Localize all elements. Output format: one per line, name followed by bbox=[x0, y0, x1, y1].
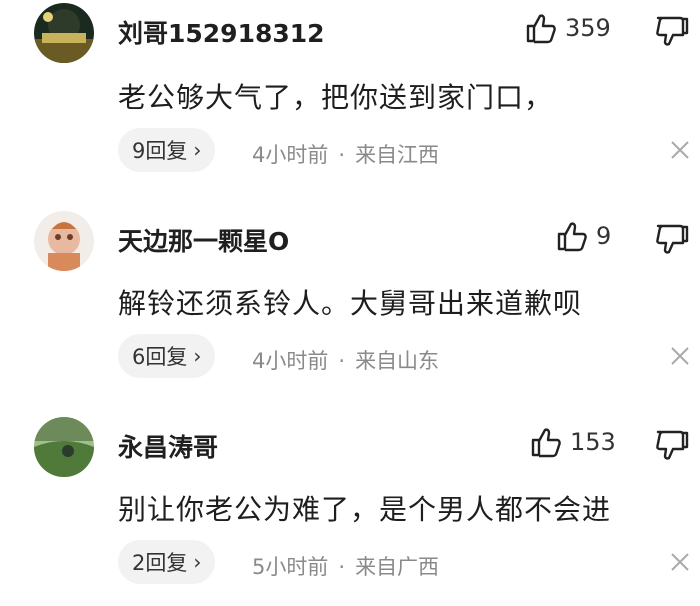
timestamp: 4小时前 bbox=[252, 349, 329, 373]
comment-text: 老公够大气了，把你送到家门口， bbox=[118, 81, 554, 114]
comment-meta: 5小时前 · 来自广西 bbox=[252, 551, 439, 581]
replies-button[interactable]: 9回复 › bbox=[118, 128, 216, 172]
separator: · bbox=[338, 349, 346, 373]
thumbs-up-icon bbox=[557, 222, 587, 252]
thumbs-up-icon bbox=[531, 428, 561, 458]
thumbs-up-icon bbox=[526, 14, 556, 44]
close-icon[interactable] bbox=[669, 345, 691, 367]
username[interactable]: 永昌涛哥 bbox=[118, 428, 218, 464]
like-count: 359 bbox=[565, 14, 611, 42]
avatar-image bbox=[34, 211, 94, 271]
like-count: 9 bbox=[596, 222, 612, 250]
separator: · bbox=[338, 143, 346, 167]
avatar[interactable] bbox=[34, 211, 94, 271]
separator: · bbox=[338, 555, 346, 579]
comment-meta: 4小时前 · 来自江西 bbox=[252, 139, 439, 169]
username[interactable]: 刘哥152918312 bbox=[118, 14, 325, 50]
location: 来自江西 bbox=[355, 143, 440, 167]
thumbs-down-icon[interactable] bbox=[654, 221, 690, 257]
close-icon[interactable] bbox=[669, 551, 691, 573]
like-button[interactable]: 359 bbox=[525, 12, 611, 44]
like-button[interactable]: 9 bbox=[556, 220, 611, 252]
chevron-right-icon: › bbox=[193, 344, 202, 368]
like-button[interactable]: 153 bbox=[530, 426, 616, 458]
like-count: 153 bbox=[570, 428, 616, 456]
replies-count: 6回复 bbox=[132, 345, 188, 369]
timestamp: 4小时前 bbox=[252, 143, 329, 167]
replies-button[interactable]: 6回复 › bbox=[118, 334, 216, 378]
avatar-image bbox=[34, 3, 94, 63]
replies-count: 9回复 bbox=[132, 139, 188, 163]
avatar[interactable] bbox=[34, 417, 94, 477]
chevron-right-icon: › bbox=[193, 550, 202, 574]
avatar-image bbox=[34, 417, 94, 477]
timestamp: 5小时前 bbox=[252, 555, 329, 579]
location: 来自山东 bbox=[355, 349, 440, 373]
avatar[interactable] bbox=[34, 3, 94, 63]
replies-button[interactable]: 2回复 › bbox=[118, 540, 216, 584]
thumbs-down-icon[interactable] bbox=[654, 427, 690, 463]
replies-count: 2回复 bbox=[132, 551, 188, 575]
chevron-right-icon: › bbox=[193, 138, 202, 162]
location: 来自广西 bbox=[355, 555, 440, 579]
close-icon[interactable] bbox=[669, 139, 691, 161]
comment-text: 解铃还须系铃人。大舅哥出来道歉呗 bbox=[118, 287, 583, 320]
thumbs-down-icon[interactable] bbox=[654, 13, 690, 49]
username[interactable]: 天边那一颗星O bbox=[118, 222, 289, 258]
comment-meta: 4小时前 · 来自山东 bbox=[252, 345, 439, 375]
comment-item: 刘哥152918312 359 老公够大气了，把你送到家门口， 9回复 › 4小… bbox=[0, 0, 700, 190]
comment-text: 别让你老公为难了，是个男人都不会进 bbox=[118, 493, 612, 526]
